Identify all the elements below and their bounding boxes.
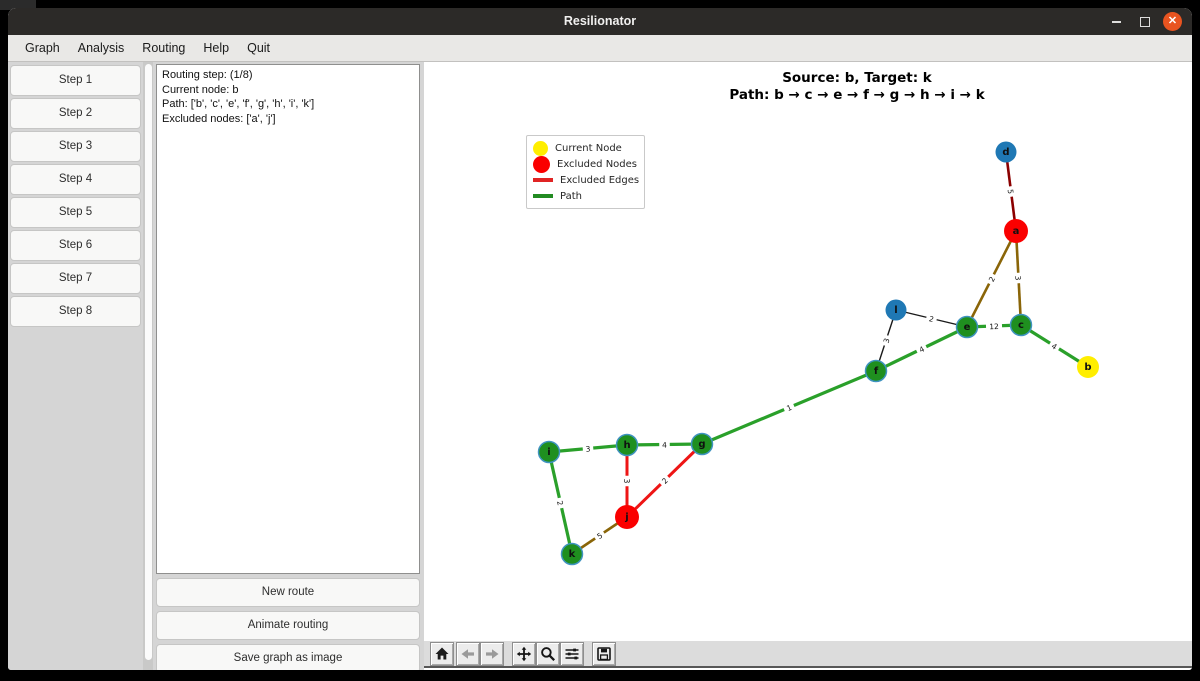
routing-panel: Routing step: (1/8) Current node: b Path… [153, 62, 425, 670]
routing-step-line: Routing step: (1/8) [162, 68, 414, 83]
menu-graph[interactable]: Graph [16, 35, 69, 61]
graph-edge-label-a-c: 3 [1013, 272, 1024, 283]
graph-edge-label-e-f: 4 [915, 342, 929, 356]
maximize-icon [1140, 17, 1150, 27]
graph-edge-label-h-i: 3 [582, 443, 593, 454]
menu-help[interactable]: Help [194, 35, 238, 61]
sidebar-scrollbar-thumb[interactable] [145, 64, 152, 660]
step-7-button[interactable]: Step 7 [10, 263, 141, 294]
svg-text:3: 3 [1013, 275, 1022, 280]
plot-title-path: Path: b → c → e → f → g → h → i → k [473, 87, 1192, 103]
excluded-edges-swatch-icon [533, 178, 553, 182]
excluded-nodes-swatch-icon [533, 156, 550, 173]
pan-button[interactable] [512, 642, 536, 666]
back-arrow-icon [460, 646, 476, 662]
back-button[interactable] [456, 642, 480, 666]
plot-area[interactable]: 5232312441432325dalecbfghijk Source: b, … [424, 62, 1192, 641]
step-4-button[interactable]: Step 4 [10, 164, 141, 195]
graph-node-label-i: i [547, 447, 550, 458]
save-icon [596, 646, 612, 662]
menu-routing[interactable]: Routing [133, 35, 194, 61]
graph-edge-label-e-c: 12 [986, 321, 1002, 332]
close-icon: ✕ [1168, 16, 1177, 27]
sliders-icon [564, 646, 580, 662]
titlebar[interactable]: Resilionator ✕ [8, 8, 1192, 35]
graph-node-label-c: c [1018, 320, 1024, 331]
maximize-button[interactable] [1135, 12, 1154, 31]
path-swatch-icon [533, 194, 553, 198]
graph-edge-label-l-e: 2 [925, 312, 938, 325]
minimize-icon [1112, 21, 1121, 23]
step-2-button[interactable]: Step 2 [10, 98, 141, 129]
menu-quit[interactable]: Quit [238, 35, 279, 61]
step-8-button[interactable]: Step 8 [10, 296, 141, 327]
legend-item-current-node: Current Node [533, 140, 636, 156]
menubar: Graph Analysis Routing Help Quit [8, 35, 1192, 62]
graph-edge-label-l-f: 3 [879, 334, 892, 347]
legend-item-excluded-nodes: Excluded Nodes [533, 156, 636, 172]
zoom-icon [540, 646, 556, 662]
step-1-button[interactable]: Step 1 [10, 65, 141, 96]
zoom-button[interactable] [536, 642, 560, 666]
graph-node-label-k: k [569, 549, 576, 560]
svg-text:3: 3 [622, 479, 631, 484]
legend-item-path: Path [533, 188, 636, 204]
step-5-button[interactable]: Step 5 [10, 197, 141, 228]
close-button[interactable]: ✕ [1163, 12, 1182, 31]
pan-icon [516, 646, 532, 662]
graph-node-label-g: g [698, 439, 705, 450]
forward-arrow-icon [484, 646, 500, 662]
graph-edge-label-h-j: 3 [622, 476, 632, 487]
legend-label: Path [560, 191, 582, 202]
home-button[interactable] [430, 642, 454, 666]
minimize-button[interactable] [1107, 12, 1126, 31]
svg-text:12: 12 [989, 322, 999, 331]
graph-node-label-l: l [894, 305, 897, 316]
routing-info-text[interactable]: Routing step: (1/8) Current node: b Path… [156, 64, 420, 574]
graph-node-label-j: j [624, 512, 628, 523]
graph-edge-label-g-h: 4 [659, 439, 670, 450]
home-icon [434, 646, 450, 662]
animate-routing-button[interactable]: Animate routing [156, 611, 420, 640]
graph-node-label-b: b [1084, 362, 1091, 373]
graph-edge-label-d-a: 5 [1005, 186, 1017, 198]
step-3-button[interactable]: Step 3 [10, 131, 141, 162]
graph-edge-label-i-k: 2 [554, 497, 566, 510]
configure-subplots-button[interactable] [560, 642, 584, 666]
current-node-swatch-icon [533, 141, 548, 156]
graph-node-label-d: d [1002, 147, 1009, 158]
window-title: Resilionator [8, 8, 1192, 35]
graph-edge-label-j-k: 5 [592, 528, 607, 542]
save-button[interactable] [592, 642, 616, 666]
legend: Current Node Excluded Nodes Excluded Edg… [526, 135, 645, 209]
legend-item-excluded-edges: Excluded Edges [533, 172, 636, 188]
menu-analysis[interactable]: Analysis [69, 35, 134, 61]
app-window: Resilionator ✕ Graph Analysis Routing He… [8, 8, 1192, 670]
step-sidebar: Step 1 Step 2 Step 3 Step 4 Step 5 Step … [8, 62, 143, 670]
graph-node-label-f: f [874, 366, 879, 377]
forward-button[interactable] [480, 642, 504, 666]
step-6-button[interactable]: Step 6 [10, 230, 141, 261]
graph-node-label-h: h [623, 440, 630, 451]
legend-label: Excluded Nodes [557, 159, 637, 170]
sidebar-scrollbar-track[interactable] [143, 62, 153, 670]
excluded-nodes-line: Excluded nodes: ['a', 'j'] [162, 112, 414, 127]
plot-title-source-target: Source: b, Target: k [473, 70, 1192, 86]
graph-canvas-area: 5232312441432325dalecbfghijk Source: b, … [424, 62, 1192, 670]
svg-text:4: 4 [662, 441, 667, 450]
current-node-line: Current node: b [162, 83, 414, 98]
graph-node-label-a: a [1013, 226, 1020, 237]
path-line: Path: ['b', 'c', 'e', 'f', 'g', 'h', 'i'… [162, 97, 414, 112]
graph-edge-label-f-g: 1 [782, 401, 796, 415]
new-route-button[interactable]: New route [156, 578, 420, 607]
save-graph-button[interactable]: Save graph as image [156, 644, 420, 670]
legend-label: Current Node [555, 143, 622, 154]
plot-title: Source: b, Target: k Path: b → c → e → f… [473, 70, 1192, 103]
graph-node-label-e: e [964, 322, 971, 333]
mpl-toolbar [424, 641, 1192, 668]
legend-label: Excluded Edges [560, 175, 639, 186]
graph-edge-label-a-e: 2 [984, 272, 998, 286]
